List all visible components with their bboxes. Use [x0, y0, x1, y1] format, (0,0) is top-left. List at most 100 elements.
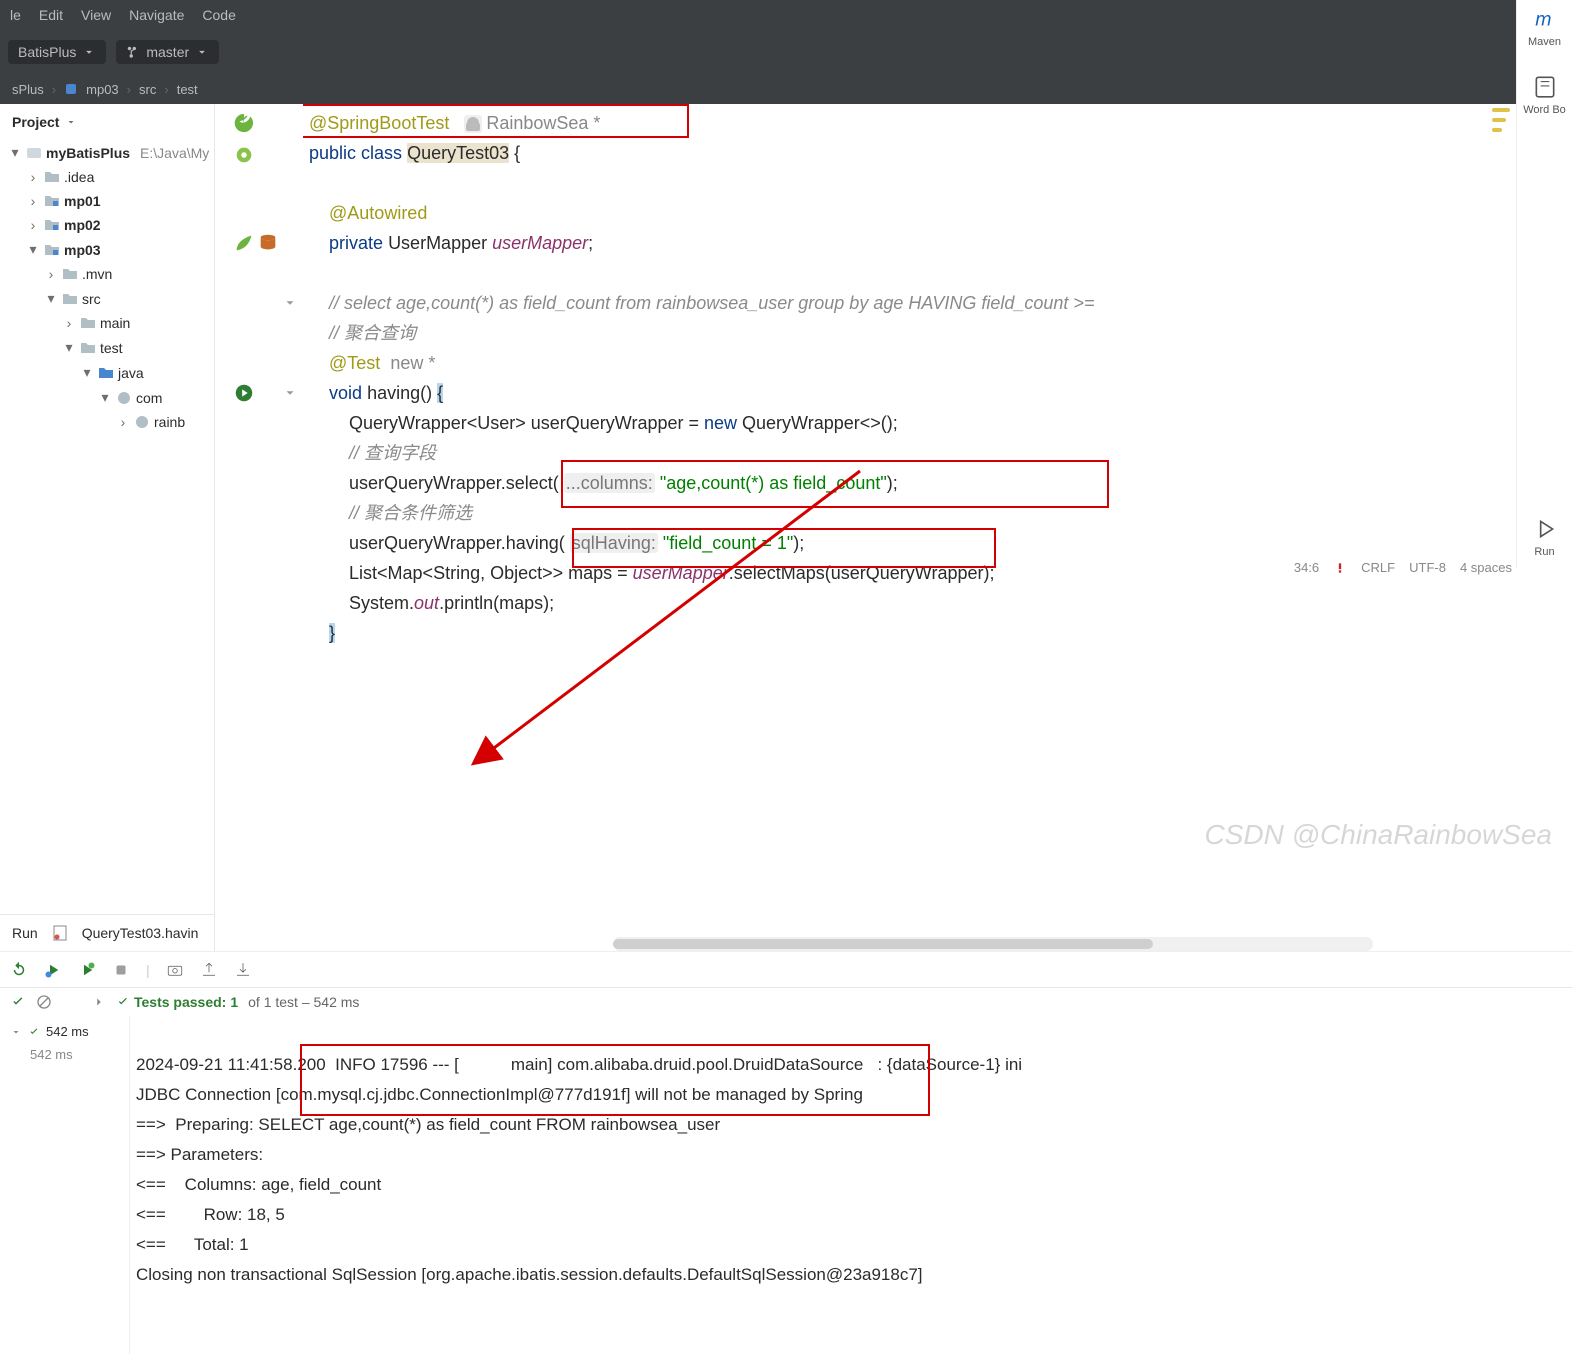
- maven-tool-button[interactable]: m Maven: [1528, 6, 1561, 48]
- fold-collapse-icon[interactable]: [283, 296, 297, 310]
- twisty-open-icon[interactable]: ▾: [8, 144, 22, 161]
- run-tool-tab[interactable]: Run QueryTest03.havin: [0, 914, 214, 951]
- twisty-icon[interactable]: ▾: [26, 241, 40, 258]
- check-icon: [116, 995, 130, 1009]
- menu-view[interactable]: View: [81, 7, 111, 23]
- warning-icon[interactable]: [1333, 561, 1347, 575]
- tree-row[interactable]: ▾mp03: [0, 237, 214, 262]
- indent-settings[interactable]: 4 spaces: [1460, 560, 1512, 575]
- tree-row[interactable]: ›mp01: [0, 189, 214, 213]
- tree-row[interactable]: ›.mvn: [0, 262, 214, 286]
- line-separator[interactable]: CRLF: [1361, 560, 1395, 575]
- code-editor[interactable]: @SpringBootTest RainbowSea * public clas…: [303, 104, 1572, 951]
- menu-edit[interactable]: Edit: [39, 7, 63, 23]
- tree-row[interactable]: ▾java: [0, 360, 214, 385]
- editor-minimap[interactable]: [1492, 108, 1512, 138]
- camera-icon[interactable]: [166, 961, 184, 979]
- toolbar: BatisPlus master: [0, 30, 1572, 74]
- module-icon: [64, 82, 78, 96]
- chevron-down-icon: [65, 116, 77, 128]
- spring-bean-icon[interactable]: [233, 144, 255, 166]
- twisty-icon[interactable]: ▾: [44, 290, 58, 307]
- crumb[interactable]: mp03: [86, 82, 119, 97]
- fold-collapse-icon[interactable]: [283, 386, 297, 400]
- module-icon: [44, 217, 60, 233]
- menu-code[interactable]: Code: [202, 7, 235, 23]
- project-tool-header[interactable]: Project: [0, 104, 214, 140]
- pkg-icon: [134, 414, 150, 430]
- tree-root[interactable]: ▾ myBatisPlus E:\Java\My: [0, 140, 214, 165]
- twisty-icon[interactable]: ▾: [62, 339, 76, 356]
- crumb[interactable]: sPlus: [12, 82, 44, 97]
- test-tree[interactable]: 542 ms 542 ms: [0, 1016, 130, 1354]
- run-icon: [1532, 516, 1558, 542]
- right-tool-rail: m Maven Word Bo Run: [1516, 0, 1572, 568]
- run-toolbar: |: [0, 951, 1572, 987]
- chevron-down-icon[interactable]: [10, 1026, 22, 1038]
- run-test-gutter-icon[interactable]: [233, 382, 255, 404]
- editor-gutter: [215, 104, 275, 951]
- tree-row[interactable]: ▾src: [0, 286, 214, 311]
- spring-leaf-icon[interactable]: [233, 232, 255, 254]
- export-icon[interactable]: [200, 961, 218, 979]
- folder-icon: [44, 169, 60, 185]
- spring-icon[interactable]: [233, 112, 255, 134]
- crumb[interactable]: src: [139, 82, 156, 97]
- src-icon: [98, 365, 114, 381]
- editor-status-bar: 34:6 CRLF UTF-8 4 spaces: [1294, 560, 1512, 575]
- tree-row[interactable]: ›mp02: [0, 213, 214, 237]
- crumb[interactable]: test: [177, 82, 198, 97]
- book-icon: [1532, 74, 1558, 100]
- twisty-icon[interactable]: ›: [44, 266, 58, 282]
- project-tree[interactable]: ▾ myBatisPlus E:\Java\My ›.idea›mp01›mp0…: [0, 140, 214, 914]
- git-branch-selector[interactable]: master: [116, 40, 219, 64]
- twisty-icon[interactable]: ▾: [80, 364, 94, 381]
- check-icon: [28, 1026, 40, 1038]
- fold-column: [275, 104, 303, 951]
- project-icon: [26, 145, 42, 161]
- check-icon[interactable]: [10, 994, 26, 1010]
- test-file-icon: [52, 925, 68, 941]
- tree-row[interactable]: ▾com: [0, 385, 214, 410]
- module-icon: [44, 193, 60, 209]
- twisty-icon[interactable]: ›: [62, 315, 76, 331]
- folder-icon: [62, 291, 78, 307]
- rerun-failed-icon[interactable]: [44, 961, 62, 979]
- rerun-icon[interactable]: [10, 961, 28, 979]
- tree-row[interactable]: ▾test: [0, 335, 214, 360]
- chevron-down-icon: [82, 45, 96, 59]
- main-menu: le Edit View Navigate Code: [0, 0, 1572, 30]
- folder-icon: [62, 266, 78, 282]
- toggle-auto-icon[interactable]: [78, 961, 96, 979]
- folder-icon: [80, 340, 96, 356]
- tree-row[interactable]: ›rainb: [0, 410, 214, 434]
- stop-icon[interactable]: [112, 961, 130, 979]
- twisty-icon[interactable]: ›: [26, 217, 40, 233]
- chevron-right-icon[interactable]: [92, 995, 106, 1009]
- tree-row[interactable]: ›main: [0, 311, 214, 335]
- caret-position[interactable]: 34:6: [1294, 560, 1319, 575]
- sidebar: Project ▾ myBatisPlus E:\Java\My ›.idea›…: [0, 104, 215, 951]
- import-icon[interactable]: [234, 961, 252, 979]
- twisty-icon[interactable]: ›: [26, 169, 40, 185]
- tree-row[interactable]: ›.idea: [0, 165, 214, 189]
- tests-passed-label: Tests passed: 1: [116, 994, 238, 1010]
- scrollbar-thumb[interactable]: [613, 939, 1153, 949]
- wordbook-tool-button[interactable]: Word Bo: [1523, 74, 1566, 116]
- no-entry-icon[interactable]: [36, 994, 52, 1010]
- project-selector[interactable]: BatisPlus: [8, 40, 106, 64]
- console-output[interactable]: 2024-09-21 11:41:58.200 INFO 17596 --- […: [130, 1016, 1572, 1354]
- test-sub-item[interactable]: 542 ms: [0, 1047, 129, 1062]
- run-tool-button[interactable]: Run: [1532, 516, 1558, 558]
- twisty-icon[interactable]: ›: [116, 414, 130, 430]
- project-name: BatisPlus: [18, 44, 76, 60]
- twisty-icon[interactable]: ▾: [98, 389, 112, 406]
- twisty-icon[interactable]: ›: [26, 193, 40, 209]
- branch-icon: [126, 45, 140, 59]
- file-encoding[interactable]: UTF-8: [1409, 560, 1446, 575]
- menu-navigate[interactable]: Navigate: [129, 7, 184, 23]
- menu-file[interactable]: le: [10, 7, 21, 23]
- editor-horizontal-scrollbar[interactable]: [613, 937, 1373, 951]
- test-item[interactable]: 542 ms: [0, 1016, 129, 1047]
- chevron-down-icon: [195, 45, 209, 59]
